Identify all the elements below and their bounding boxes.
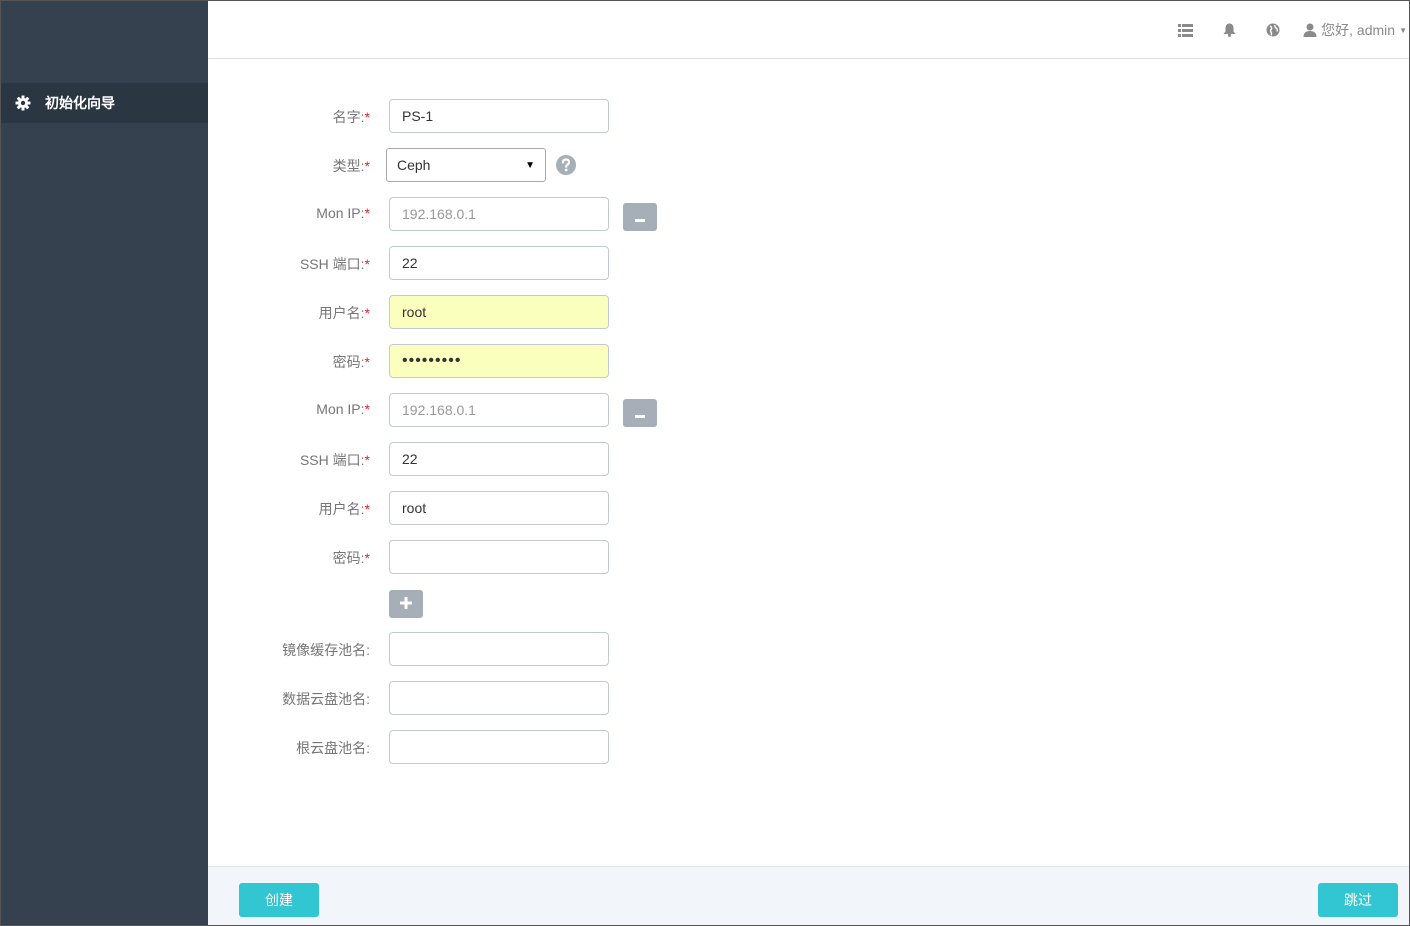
app-window: 初始化向导 您好, admin ▼ 名字:* PS-1 类型:* Ceph ▼ …	[0, 0, 1410, 926]
minus-icon	[635, 405, 645, 421]
username-input[interactable]	[389, 295, 609, 329]
plus-icon	[400, 596, 412, 612]
form-row-root-volume-pool: 根云盘池名:	[208, 730, 808, 764]
form-row-image-cache-pool: 镜像缓存池名:	[208, 632, 808, 666]
form-row-data-volume-pool: 数据云盘池名:	[208, 681, 808, 715]
root-volume-pool-input[interactable]	[389, 730, 609, 764]
sidebar-item-label: 初始化向导	[45, 95, 115, 111]
chevron-down-icon: ▼	[525, 159, 535, 171]
list-icon[interactable]	[1163, 1, 1207, 59]
help-icon[interactable]	[556, 155, 576, 178]
ssh-port-input[interactable]	[389, 246, 609, 280]
root-volume-pool-label: 根云盘池名:	[296, 740, 370, 756]
mon-ip-input[interactable]	[389, 197, 609, 231]
type-select-value: Ceph	[397, 157, 431, 173]
mon-ip-input[interactable]	[389, 393, 609, 427]
form-row-mon1-ip: Mon IP:*	[208, 197, 808, 231]
form-row-mon2-user: 用户名:*	[208, 491, 808, 525]
mon-ip-label: Mon IP:*	[316, 401, 370, 417]
skip-button[interactable]: 跳过	[1318, 883, 1398, 917]
minus-icon	[635, 209, 645, 225]
username-label: 用户名:*	[318, 305, 370, 321]
add-mon-button[interactable]	[389, 590, 423, 618]
form-row-mon1-password: 密码:* •••••••••	[208, 344, 808, 378]
form-row-name: 名字:*	[208, 99, 808, 133]
footer-bar: 创建 跳过	[208, 866, 1409, 925]
form-row-mon1-user: 用户名:*	[208, 295, 808, 329]
user-greeting: 您好, admin	[1321, 22, 1396, 38]
top-header: 您好, admin ▼	[208, 1, 1409, 59]
ssh-port-input[interactable]	[389, 442, 609, 476]
ssh-port-label: SSH 端口:*	[299, 452, 370, 468]
gear-icon	[15, 95, 31, 111]
topbar-actions: 您好, admin ▼	[1163, 1, 1409, 59]
form-row-mon2-password: 密码:*	[208, 540, 808, 574]
name-input[interactable]	[389, 99, 609, 133]
name-label: 名字:*	[332, 109, 370, 125]
form-row-type: 类型:* Ceph ▼	[208, 148, 808, 182]
chevron-down-icon: ▼	[1399, 25, 1407, 35]
type-select[interactable]: Ceph ▼	[386, 148, 546, 182]
password-input[interactable]	[389, 540, 609, 574]
image-cache-pool-label: 镜像缓存池名:	[282, 642, 370, 658]
password-label: 密码:*	[332, 354, 370, 370]
globe-icon[interactable]	[1251, 1, 1295, 59]
form-row-mon2-ssh: SSH 端口:*	[208, 442, 808, 476]
data-volume-pool-label: 数据云盘池名:	[282, 691, 370, 707]
data-volume-pool-input[interactable]	[389, 681, 609, 715]
form-row-mon1-ssh: SSH 端口:*	[208, 246, 808, 280]
main-content: 名字:* 类型:* Ceph ▼ Mon IP:*	[208, 59, 1409, 866]
user-icon	[1303, 23, 1317, 37]
username-input[interactable]	[389, 491, 609, 525]
password-label: 密码:*	[332, 550, 370, 566]
remove-mon-button[interactable]	[623, 399, 657, 427]
user-menu[interactable]: 您好, admin ▼	[1303, 20, 1407, 40]
bell-icon[interactable]	[1207, 1, 1251, 59]
form-row-mon2-ip: Mon IP:*	[208, 393, 808, 427]
type-label: 类型:*	[332, 158, 370, 174]
password-input[interactable]: •••••••••	[389, 344, 609, 378]
username-label: 用户名:*	[318, 501, 370, 517]
mon-ip-label: Mon IP:*	[316, 205, 370, 221]
remove-mon-button[interactable]	[623, 203, 657, 231]
image-cache-pool-input[interactable]	[389, 632, 609, 666]
sidebar-item-init-wizard[interactable]: 初始化向导	[1, 83, 208, 123]
sidebar: 初始化向导	[1, 1, 208, 925]
ssh-port-label: SSH 端口:*	[299, 256, 370, 272]
create-button[interactable]: 创建	[239, 883, 319, 917]
